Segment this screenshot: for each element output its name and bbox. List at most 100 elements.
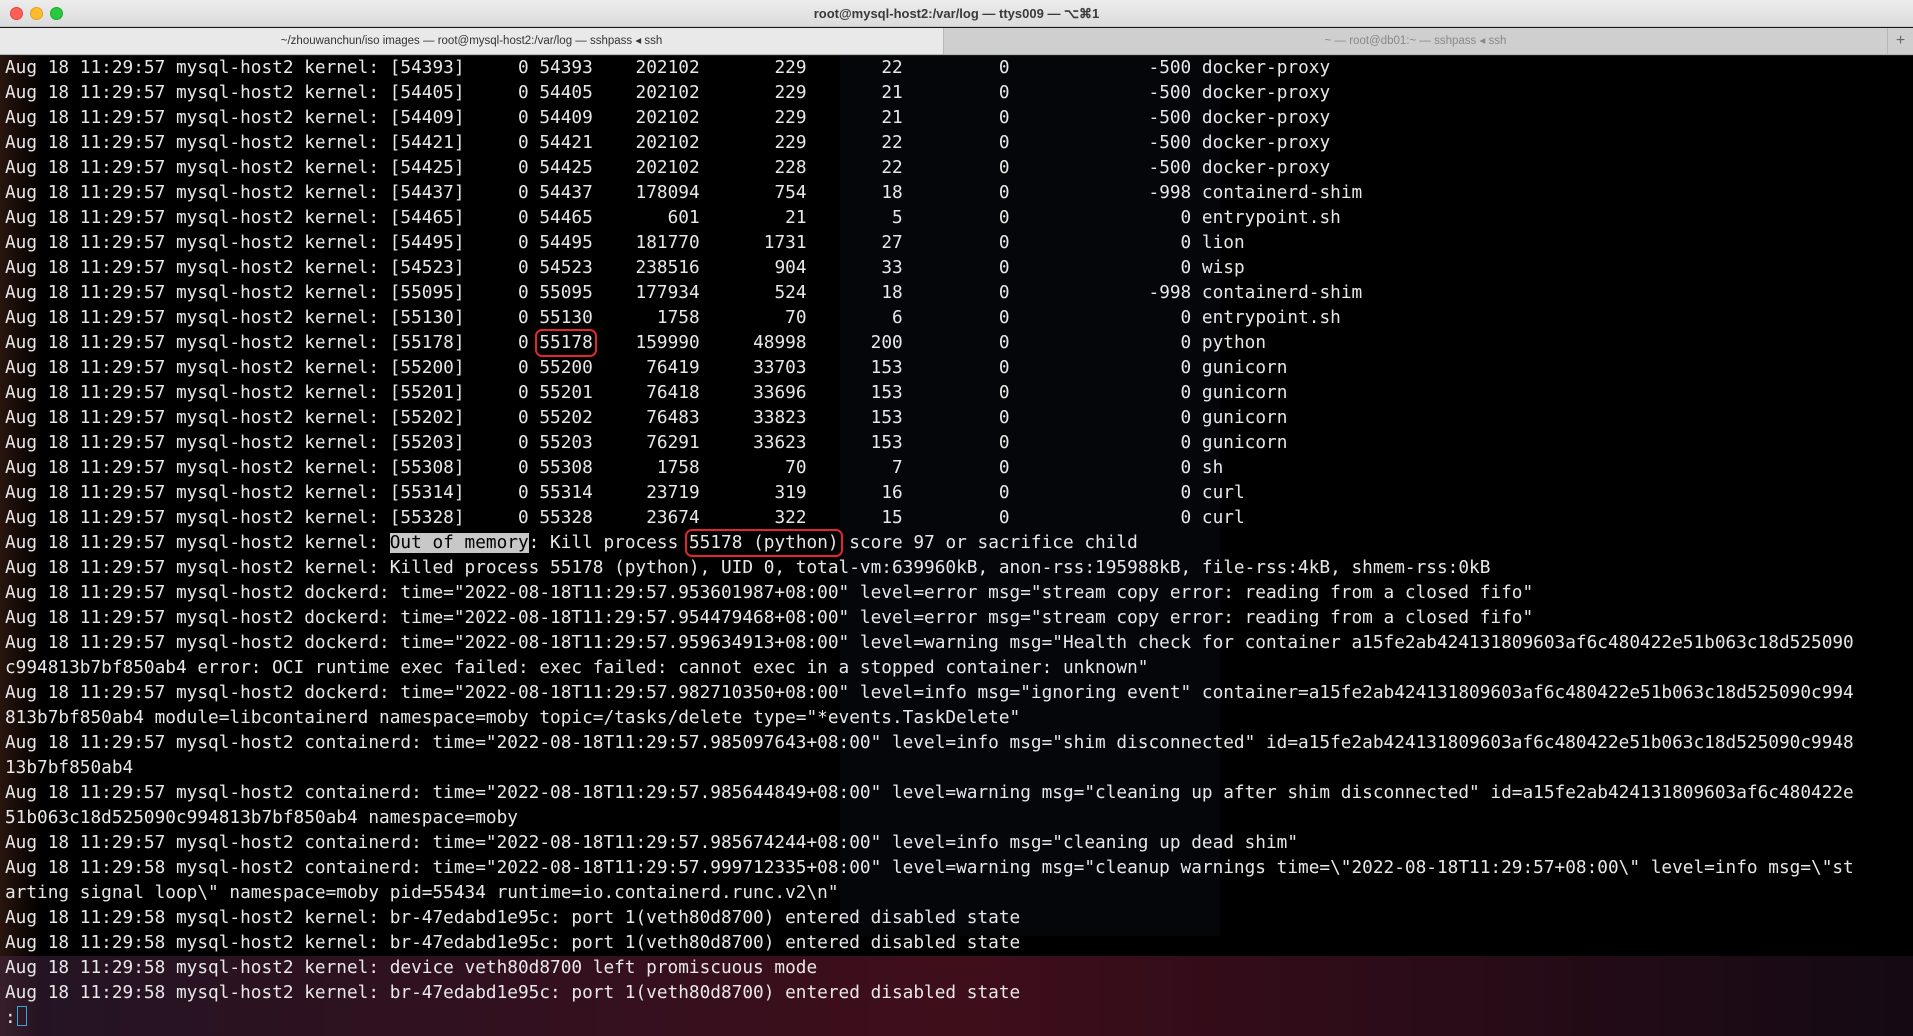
row-total-vm: 76419 (592, 358, 700, 378)
row-tgid: 54409 (539, 108, 593, 128)
oom-process-row: Aug 18 11:29:57 mysql-host2 kernel: [545… (5, 256, 1910, 281)
row-rss: 754 (699, 183, 807, 203)
row-swapents: 0 (902, 208, 1010, 228)
row-swapents: 0 (902, 458, 1010, 478)
tab-mysql-host2[interactable]: ~/zhouwanchun/iso images — root@mysql-ho… (0, 28, 944, 54)
row-uid: 0 (464, 183, 540, 203)
row-oom-score-adj: 0 (1009, 208, 1192, 228)
row-pgtables: 22 (806, 158, 903, 178)
row-prefix: Aug 18 11:29:57 mysql-host2 kernel: [552… (5, 433, 465, 453)
row-tgid: 54495 (539, 233, 593, 253)
row-oom-score-adj: 0 (1009, 233, 1192, 253)
row-process-name: docker-proxy (1191, 58, 1331, 78)
oom-mid: : Kill process (528, 533, 689, 553)
row-process-name: wisp (1191, 258, 1245, 278)
row-swapents: 0 (902, 233, 1010, 253)
oom-process-row: Aug 18 11:29:57 mysql-host2 kernel: [544… (5, 231, 1910, 256)
row-oom-score-adj: -998 (1009, 183, 1192, 203)
row-process-name: containerd-shim (1191, 183, 1363, 203)
row-prefix: Aug 18 11:29:57 mysql-host2 kernel: [544… (5, 233, 465, 253)
row-oom-score-adj: 0 (1009, 333, 1192, 353)
row-process-name: entrypoint.sh (1191, 308, 1341, 328)
row-tgid: 54523 (539, 258, 593, 278)
row-pgtables: 153 (806, 408, 903, 428)
oom-process-row: Aug 18 11:29:57 mysql-host2 kernel: [544… (5, 156, 1910, 181)
row-oom-score-adj: 0 (1009, 258, 1192, 278)
oom-process-row: Aug 18 11:29:57 mysql-host2 kernel: [544… (5, 81, 1910, 106)
row-tgid: 54405 (539, 83, 593, 103)
row-uid: 0 (464, 458, 540, 478)
log-line: Aug 18 11:29:58 mysql-host2 kernel: devi… (5, 958, 818, 978)
row-prefix: Aug 18 11:29:57 mysql-host2 kernel: [544… (5, 108, 465, 128)
row-oom-score-adj: -500 (1009, 108, 1192, 128)
row-swapents: 0 (902, 58, 1010, 78)
row-swapents: 0 (902, 408, 1010, 428)
row-prefix: Aug 18 11:29:57 mysql-host2 kernel: [551… (5, 333, 465, 353)
row-rss: 21 (699, 208, 807, 228)
row-tgid: 54393 (539, 58, 593, 78)
row-swapents: 0 (902, 83, 1010, 103)
row-oom-score-adj: -500 (1009, 158, 1192, 178)
row-swapents: 0 (902, 383, 1010, 403)
log-line: Aug 18 11:29:58 mysql-host2 containerd: … (5, 858, 1854, 878)
row-prefix: Aug 18 11:29:57 mysql-host2 kernel: [544… (5, 158, 465, 178)
row-oom-score-adj: 0 (1009, 358, 1192, 378)
shell-prompt[interactable]: : (5, 1006, 1910, 1031)
oom-process-row: Aug 18 11:29:57 mysql-host2 kernel: [552… (5, 356, 1910, 381)
row-rss: 1731 (699, 233, 807, 253)
log-line: Aug 18 11:29:57 mysql-host2 dockerd: tim… (5, 633, 1854, 653)
row-uid: 0 (464, 358, 540, 378)
row-rss: 322 (699, 508, 807, 528)
log-line: Aug 18 11:29:57 mysql-host2 kernel: Kill… (5, 558, 1491, 578)
row-pgtables: 22 (806, 133, 903, 153)
row-tgid: 54437 (539, 183, 593, 203)
log-line: Aug 18 11:29:57 mysql-host2 dockerd: tim… (5, 608, 1534, 628)
row-process-name: containerd-shim (1191, 283, 1363, 303)
row-rss: 228 (699, 158, 807, 178)
row-prefix: Aug 18 11:29:57 mysql-host2 kernel: [544… (5, 208, 465, 228)
log-line: Aug 18 11:29:58 mysql-host2 kernel: br-4… (5, 933, 1021, 953)
row-oom-score-adj: 0 (1009, 508, 1192, 528)
row-prefix: Aug 18 11:29:57 mysql-host2 kernel: [543… (5, 58, 465, 78)
row-process-name: lion (1191, 233, 1245, 253)
row-total-vm: 202102 (592, 133, 700, 153)
tab-db01[interactable]: ~ — root@db01:~ — sshpass ◂ ssh (944, 28, 1887, 54)
row-rss: 33623 (699, 433, 807, 453)
row-oom-score-adj: 0 (1009, 433, 1192, 453)
row-total-vm: 159990 (592, 333, 700, 353)
row-prefix: Aug 18 11:29:57 mysql-host2 kernel: [544… (5, 133, 465, 153)
out-of-memory-highlight: Out of memory (389, 533, 529, 553)
row-pgtables: 21 (806, 83, 903, 103)
row-swapents: 0 (902, 108, 1010, 128)
row-tgid: 55328 (539, 508, 593, 528)
row-process-name: python (1191, 333, 1267, 353)
log-line: 813b7bf850ab4 module=libcontainerd names… (5, 708, 1021, 728)
row-process-name: gunicorn (1191, 433, 1288, 453)
row-pgtables: 7 (806, 458, 903, 478)
row-pgtables: 18 (806, 183, 903, 203)
row-total-vm: 1758 (592, 308, 700, 328)
row-rss: 33703 (699, 358, 807, 378)
row-oom-score-adj: -500 (1009, 58, 1192, 78)
row-tgid: 55201 (539, 383, 593, 403)
new-tab-button[interactable]: + (1887, 28, 1913, 54)
row-swapents: 0 (902, 283, 1010, 303)
row-prefix: Aug 18 11:29:57 mysql-host2 kernel: [552… (5, 358, 465, 378)
terminal-view[interactable]: Aug 18 11:29:57 mysql-host2 kernel: [543… (0, 56, 1913, 1036)
row-pgtables: 21 (806, 108, 903, 128)
oom-process-row: Aug 18 11:29:57 mysql-host2 kernel: [544… (5, 206, 1910, 231)
log-line: 51b063c18d525090c994813b7bf850ab4 namesp… (5, 808, 518, 828)
log-line: c994813b7bf850ab4 error: OCI runtime exe… (5, 658, 1149, 678)
row-uid: 0 (464, 433, 540, 453)
row-total-vm: 1758 (592, 458, 700, 478)
row-process-name: docker-proxy (1191, 108, 1331, 128)
row-prefix: Aug 18 11:29:57 mysql-host2 kernel: [545… (5, 258, 465, 278)
row-rss: 229 (699, 83, 807, 103)
row-total-vm: 76418 (592, 383, 700, 403)
row-oom-score-adj: -500 (1009, 133, 1192, 153)
row-rss: 904 (699, 258, 807, 278)
row-tgid: 55308 (539, 458, 593, 478)
log-line: Aug 18 11:29:57 mysql-host2 containerd: … (5, 733, 1854, 753)
log-line: Aug 18 11:29:58 mysql-host2 kernel: br-4… (5, 908, 1021, 928)
row-uid: 0 (464, 483, 540, 503)
